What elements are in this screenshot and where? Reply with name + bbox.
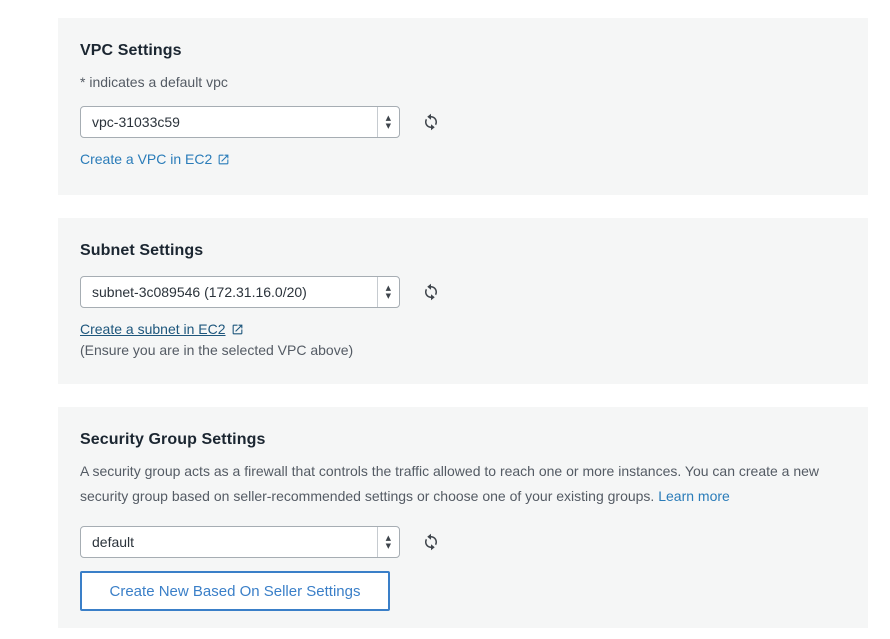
security-group-settings-title: Security Group Settings <box>80 431 846 449</box>
create-subnet-link-label: Create a subnet in EC2 <box>80 321 226 337</box>
security-group-select-row: default ▲ ▼ <box>80 526 846 558</box>
learn-more-link[interactable]: Learn more <box>658 488 730 504</box>
create-subnet-link[interactable]: Create a subnet in EC2 <box>80 321 244 337</box>
create-vpc-link-label: Create a VPC in EC2 <box>80 151 212 167</box>
create-new-based-on-seller-settings-button[interactable]: Create New Based On Seller Settings <box>80 571 390 611</box>
default-vpc-note: * indicates a default vpc <box>80 74 846 90</box>
select-stepper: ▲ ▼ <box>377 107 399 137</box>
external-link-icon <box>217 153 230 166</box>
refresh-icon <box>422 533 440 551</box>
security-group-select-value: default <box>92 534 369 550</box>
security-group-select[interactable]: default ▲ ▼ <box>80 526 400 558</box>
select-stepper: ▲ ▼ <box>377 277 399 307</box>
stepper-arrows-icon: ▲ ▼ <box>386 115 391 130</box>
subnet-vpc-hint: (Ensure you are in the selected VPC abov… <box>80 342 846 358</box>
create-vpc-link[interactable]: Create a VPC in EC2 <box>80 151 230 167</box>
security-group-refresh-button[interactable] <box>422 533 440 551</box>
vpc-select-row: vpc-31033c59 ▲ ▼ <box>80 106 846 138</box>
stepper-arrows-icon: ▲ ▼ <box>386 535 391 550</box>
subnet-select-row: subnet-3c089546 (172.31.16.0/20) ▲ ▼ <box>80 276 846 308</box>
stepper-arrows-icon: ▲ ▼ <box>386 285 391 300</box>
select-stepper: ▲ ▼ <box>377 527 399 557</box>
subnet-settings-title: Subnet Settings <box>80 242 846 260</box>
vpc-settings-panel: VPC Settings * indicates a default vpc v… <box>58 18 868 195</box>
vpc-select[interactable]: vpc-31033c59 ▲ ▼ <box>80 106 400 138</box>
refresh-icon <box>422 113 440 131</box>
security-group-settings-panel: Security Group Settings A security group… <box>58 407 868 628</box>
security-group-description: A security group acts as a firewall that… <box>80 459 846 509</box>
vpc-refresh-button[interactable] <box>422 113 440 131</box>
vpc-select-value: vpc-31033c59 <box>92 114 369 130</box>
subnet-select[interactable]: subnet-3c089546 (172.31.16.0/20) ▲ ▼ <box>80 276 400 308</box>
subnet-select-value: subnet-3c089546 (172.31.16.0/20) <box>92 284 369 300</box>
external-link-icon <box>231 323 244 336</box>
subnet-refresh-button[interactable] <box>422 283 440 301</box>
refresh-icon <box>422 283 440 301</box>
subnet-settings-panel: Subnet Settings subnet-3c089546 (172.31.… <box>58 218 868 384</box>
launch-settings-page: VPC Settings * indicates a default vpc v… <box>0 0 890 628</box>
vpc-settings-title: VPC Settings <box>80 42 846 60</box>
